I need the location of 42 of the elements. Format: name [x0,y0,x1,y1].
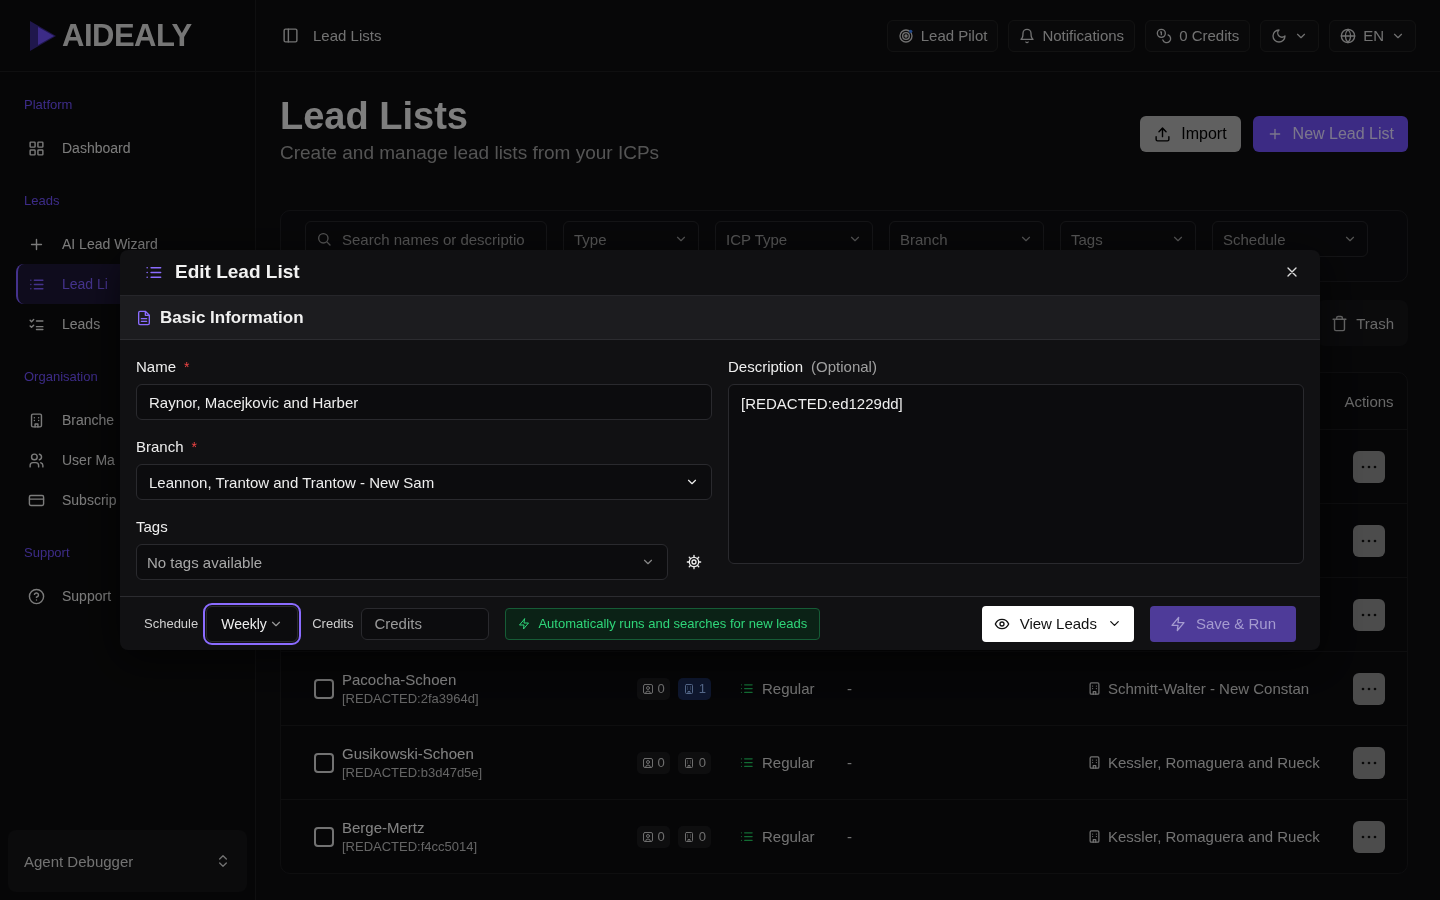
branch-name: Kessler, Romaguera and Rueck [1108,754,1320,771]
lead-list-name: Pacocha-Schoen [342,671,458,688]
type-label: Regular [762,680,815,697]
column-header: Actions [1343,392,1395,410]
field-label: Description [728,358,804,376]
count-badge: 0 [636,825,670,848]
section-title: Leads [23,192,61,210]
lead-list-name: Berge-Mertz [342,819,426,836]
branch-name: Kessler, Romaguera and Rueck [1108,828,1320,845]
schedule-value: - [846,679,852,697]
section-title: Basic Information [160,307,304,328]
page-subtitle: Create and manage lead lists from your ICPs [280,142,660,164]
required-mark: * [191,439,197,456]
logo-text: AIDEALY [62,17,192,54]
schedule-value: - [846,753,852,771]
info-badge: Automatically runs and searches for new leads [505,607,821,640]
count-badge: 1 [677,677,711,700]
dialog-title: Edit Lead List [175,261,300,284]
type-label: Regular [762,828,815,845]
field-label: Credits [312,616,354,632]
breadcrumb: Lead Lists [313,27,382,44]
lead-list-name: Gusikowski-Schoen [342,745,475,762]
lead-list-description: [REDACTED:f4cc5014] [342,839,479,854]
field-label: Branch [136,438,184,456]
schedule-value: - [846,827,852,845]
branch-name: Schmitt-Walter - New Constan [1108,680,1310,697]
section-title: Support [23,544,71,562]
lead-list-description: [REDACTED:b3d47d5e] [342,765,484,780]
count-badge: 0 [677,751,711,774]
field-label: Schedule [144,616,199,632]
count-badge: 0 [677,825,711,848]
section-title: Platform [23,96,74,114]
field-label: Tags [136,518,168,536]
type-label: Regular [762,754,815,771]
required-mark: * [184,359,190,376]
count-badge: 0 [636,751,670,774]
lead-list-description: [REDACTED:2fa3964d] [342,691,480,706]
field-label: Name [136,358,176,376]
optional-hint: (Optional) [811,358,877,376]
count-badge: 0 [636,677,670,700]
page-title: Lead Lists [280,94,469,138]
section-title: Organisation [23,368,99,386]
